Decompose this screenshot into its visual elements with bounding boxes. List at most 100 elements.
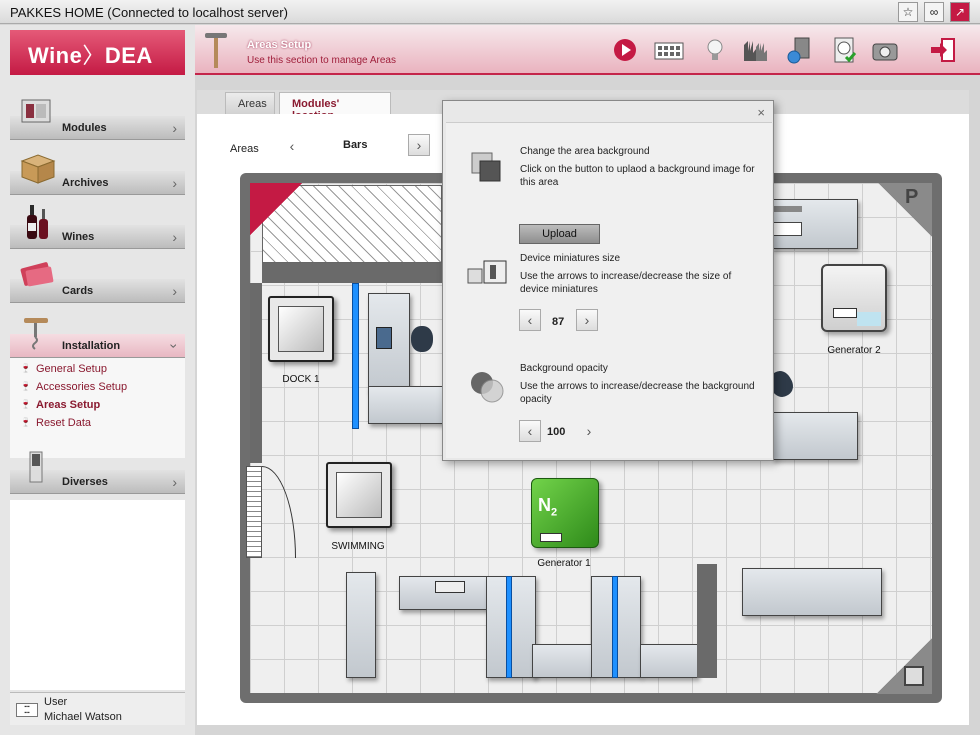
opacity-increase-button[interactable]: › (578, 421, 600, 443)
wall (262, 263, 442, 283)
sidebar-item-label: Archives (62, 177, 109, 189)
miniatures-title: Device miniatures size (520, 253, 621, 264)
submenu-general-setup[interactable]: General Setup (36, 363, 107, 375)
sidebar-item-label: Installation (62, 340, 121, 352)
logout-icon[interactable] (928, 35, 958, 65)
blue-partition (612, 576, 618, 678)
corkscrew-icon (203, 31, 231, 69)
desk (532, 644, 592, 678)
sidebar-item-cards[interactable]: Cards › (10, 255, 185, 305)
close-icon[interactable]: × (757, 105, 765, 120)
logo: Wine〉DEA (10, 30, 185, 75)
keyboard-icon: ▪▪▪ ▪▪▪ (16, 703, 38, 717)
wine-bottles-icon (16, 203, 56, 243)
blue-partition (506, 576, 512, 678)
chevron-right-icon: › (172, 283, 177, 299)
tab-areas[interactable]: Areas (225, 92, 275, 114)
page-subtitle: Use this section to manage Areas (247, 55, 396, 66)
generator-2-device[interactable] (821, 264, 887, 332)
miniature-size-icon (466, 259, 510, 291)
modules-icon (16, 94, 56, 134)
submenu-areas-setup[interactable]: Areas Setup (36, 399, 100, 411)
lightbulb-icon[interactable] (700, 35, 730, 65)
chevron-right-icon: › (172, 175, 177, 191)
user-name: Michael Watson (44, 711, 122, 723)
installation-submenu: 🍷 General Setup 🍷 Accessories Setup 🍷 Ar… (10, 358, 185, 458)
switch-icon (16, 448, 56, 488)
logo-text-dea: DEA (104, 43, 153, 68)
page-header: Areas Setup Use this section to manage A… (195, 25, 980, 75)
desk (742, 568, 882, 616)
monitor-icon (376, 327, 392, 349)
swimming-device[interactable] (326, 462, 392, 528)
gloves-icon[interactable] (740, 35, 770, 65)
dock-1-label: DOCK 1 (282, 374, 320, 385)
submenu-accessories-setup[interactable]: Accessories Setup (36, 381, 127, 393)
chevron-right-icon: › (172, 474, 177, 490)
dock-1-device[interactable] (268, 296, 334, 362)
star-icon[interactable]: ☆ (898, 2, 918, 22)
sidebar-item-archives[interactable]: Archives › (10, 147, 185, 197)
door (246, 466, 262, 558)
swimming-label: SWIMMING (331, 541, 385, 552)
window-title: PAKKES HOME (Connected to localhost serv… (10, 5, 288, 20)
chevron-right-icon: › (172, 120, 177, 136)
printer-icon (435, 581, 465, 593)
save-icon[interactable] (904, 666, 924, 686)
clock-check-icon[interactable] (830, 35, 860, 65)
sidebar-item-label: Modules (62, 122, 107, 134)
brand-corner-icon (250, 183, 302, 235)
desk (772, 412, 858, 460)
sidebar-item-wines[interactable]: Wines › (10, 201, 185, 251)
blue-partition (352, 283, 359, 429)
exit-icon[interactable]: ↗ (950, 2, 970, 22)
chevron-down-icon: › (166, 343, 183, 349)
background-title: Change the area background (520, 146, 650, 157)
opacity-value: 100 (547, 426, 566, 438)
area-settings-dialog: × Change the area background Click on th… (442, 100, 774, 461)
computer-globe-icon[interactable] (785, 35, 815, 65)
opacity-icon (468, 369, 506, 405)
logo-text-wine: Wine (28, 43, 83, 68)
generator-1-label: Generator 1 (537, 558, 591, 569)
areas-next-button[interactable]: › (408, 134, 430, 156)
page-title: Areas Setup (247, 39, 312, 51)
window-titlebar: PAKKES HOME (Connected to localhost serv… (0, 0, 980, 24)
generator-1-device[interactable]: N2 (531, 478, 599, 548)
submenu-reset-data[interactable]: Reset Data (36, 417, 91, 429)
camera-gear-icon[interactable] (870, 35, 900, 65)
keyboard-icon[interactable] (653, 35, 684, 65)
layers-icon (470, 151, 504, 185)
opacity-decrease-button[interactable]: ‹ (519, 420, 541, 442)
wall (697, 564, 717, 678)
desk (640, 644, 698, 678)
miniatures-value: 87 (552, 316, 565, 328)
areas-value: Bars (343, 139, 368, 151)
upload-button[interactable]: Upload (519, 224, 600, 244)
parking-badge: P (905, 186, 919, 208)
corkscrew-icon (16, 312, 56, 352)
tab-modules-location[interactable]: Modules' location (279, 92, 391, 122)
glass-icon: 🍷 (20, 381, 32, 391)
sidebar-item-modules[interactable]: Modules › (10, 92, 185, 142)
glass-icon: 🍷 (20, 363, 32, 373)
cards-icon (16, 257, 56, 297)
play-icon[interactable] (610, 35, 640, 65)
user-box: ▪▪▪ ▪▪▪ User Michael Watson (10, 692, 185, 725)
sidebar-item-diverses[interactable]: Diverses › (10, 446, 185, 496)
miniatures-increase-button[interactable]: › (576, 309, 598, 331)
sidebar-item-label: Cards (62, 285, 94, 297)
archives-box-icon (16, 149, 56, 189)
link-icon[interactable]: ∞ (924, 2, 944, 22)
sidebar-item-label: Diverses (62, 476, 108, 488)
glass-icon: 🍷 (20, 417, 32, 427)
sidebar: Wine〉DEA Modules › Archives › Wines › Ca… (0, 25, 195, 735)
areas-prev-button[interactable]: ‹ (281, 136, 303, 158)
sidebar-empty-area (10, 500, 185, 690)
chevron-right-icon: › (172, 229, 177, 245)
miniatures-decrease-button[interactable]: ‹ (519, 309, 541, 331)
sidebar-item-installation[interactable]: Installation › (10, 310, 185, 360)
user-caption: User (44, 696, 68, 708)
dialog-body: Change the area background Click on the … (446, 122, 772, 458)
printer-icon (770, 206, 802, 212)
